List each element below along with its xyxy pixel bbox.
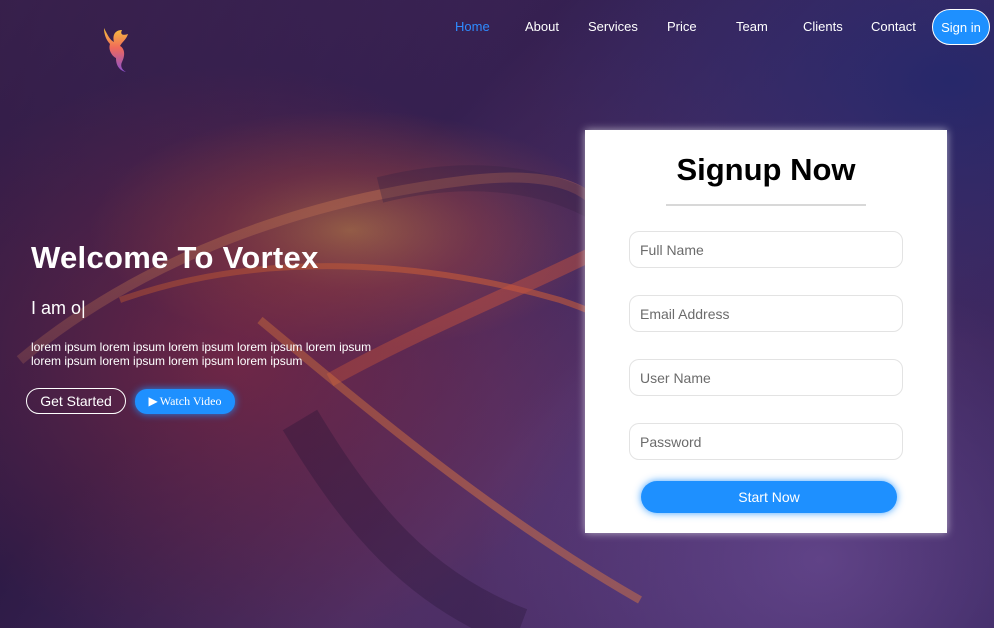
start-now-button[interactable]: Start Now <box>641 481 897 513</box>
nav-price[interactable]: Price <box>667 19 697 34</box>
typing-cursor: | <box>81 298 86 318</box>
signin-button[interactable]: Sign in <box>932 9 990 45</box>
title-divider <box>666 204 866 206</box>
nav-clients[interactable]: Clients <box>803 19 843 34</box>
typed-text-value: I am o <box>31 298 82 318</box>
watch-video-button[interactable]: ▶ Watch Video <box>135 389 235 414</box>
signup-title: Signup Now <box>676 152 856 187</box>
signup-card: Signup Now Start Now <box>585 130 947 533</box>
main-nav: Home About Services Price Team Clients C… <box>0 0 994 54</box>
nav-team[interactable]: Team <box>736 19 768 34</box>
hero-description: lorem ipsum lorem ipsum lorem ipsum lore… <box>31 340 372 368</box>
typed-text: I am o| <box>31 298 86 319</box>
nav-services[interactable]: Services <box>588 19 638 34</box>
full-name-input[interactable] <box>629 231 903 268</box>
password-input[interactable] <box>629 423 903 460</box>
watch-video-label: Watch Video <box>159 394 222 408</box>
username-input[interactable] <box>629 359 903 396</box>
nav-home[interactable]: Home <box>455 19 490 34</box>
get-started-button[interactable]: Get Started <box>26 388 126 414</box>
nav-about[interactable]: About <box>525 19 559 34</box>
nav-contact[interactable]: Contact <box>871 19 916 34</box>
email-input[interactable] <box>629 295 903 332</box>
play-icon: ▶ <box>148 394 158 408</box>
hero-title: Welcome To Vortex <box>31 240 319 275</box>
